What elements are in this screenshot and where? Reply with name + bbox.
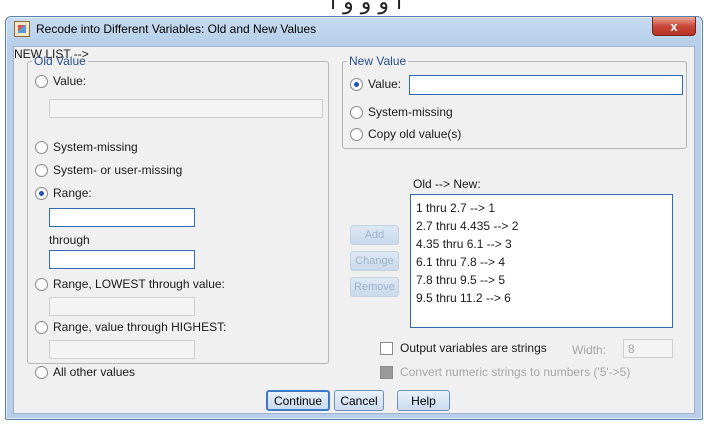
old-system-missing-label: System-missing <box>53 140 138 154</box>
list-item[interactable]: 2.7 thru 4.435 --> 2 <box>416 217 667 235</box>
convert-numeric-label: Convert numeric strings to numbers ('5'-… <box>400 365 631 379</box>
width-input[interactable]: 8 <box>623 339 673 358</box>
radio-indicator <box>350 127 363 141</box>
dialog-body: Old Value Value: System-missing System- … <box>13 46 695 414</box>
close-icon: x <box>670 18 678 34</box>
new-value-input[interactable] <box>409 75 683 95</box>
copy-old-values-label: Copy old value(s) <box>368 127 462 141</box>
radio-indicator <box>35 140 48 154</box>
old-value-legend: Old Value <box>34 54 86 68</box>
radio-indicator-selected <box>350 77 363 91</box>
checkbox-box <box>380 341 393 355</box>
range-highest-input[interactable] <box>49 340 195 359</box>
cancel-button[interactable]: Cancel <box>334 390 384 411</box>
mapping-list-header: Old --> New: <box>413 177 481 191</box>
radio-indicator <box>35 74 48 88</box>
mapping-list[interactable]: 1 thru 2.7 --> 1 2.7 thru 4.435 --> 2 4.… <box>410 194 673 328</box>
range-lowest-input[interactable] <box>49 297 195 316</box>
radio-indicator <box>35 163 48 177</box>
old-value-label: Value: <box>53 74 87 88</box>
old-value-radio[interactable]: Value: <box>35 74 86 88</box>
radio-indicator <box>350 105 363 119</box>
new-value-radio[interactable]: Value: <box>350 77 401 91</box>
all-other-values-radio[interactable]: All other values <box>35 365 135 379</box>
radio-indicator <box>35 320 48 334</box>
app-icon <box>14 21 30 37</box>
old-value-input[interactable] <box>49 99 323 118</box>
new-system-missing-label: System-missing <box>368 105 453 119</box>
range-to-input[interactable] <box>49 250 195 269</box>
continue-button[interactable]: Continue <box>266 390 330 411</box>
new-value-label: Value: <box>368 77 402 91</box>
old-range-radio[interactable]: Range: <box>35 186 92 200</box>
width-label: Width: <box>572 343 607 357</box>
checkbox-box <box>380 365 393 379</box>
help-button[interactable]: Help <box>397 390 450 411</box>
background-text-fragment: ﺍ ﻭ ﻭ ﻭ ﺍ <box>330 0 403 15</box>
new-system-missing-radio[interactable]: System-missing <box>350 105 453 119</box>
new-value-legend: New Value <box>349 54 407 68</box>
convert-numeric-checkbox[interactable]: Convert numeric strings to numbers ('5'-… <box>380 365 630 379</box>
radio-indicator-selected <box>35 186 48 200</box>
old-system-or-user-missing-radio[interactable]: System- or user-missing <box>35 163 182 177</box>
window-title: Recode into Different Variables: Old and… <box>36 22 317 36</box>
remove-button[interactable]: Remove <box>350 277 399 297</box>
range-highest-label: Range, value through HIGHEST: <box>53 320 227 334</box>
list-item[interactable]: 1 thru 2.7 --> 1 <box>416 199 667 217</box>
radio-indicator <box>35 365 48 379</box>
range-from-input[interactable] <box>49 208 195 227</box>
list-item[interactable]: 6.1 thru 7.8 --> 4 <box>416 253 667 271</box>
output-strings-checkbox[interactable]: Output variables are strings <box>380 341 547 355</box>
close-button[interactable]: x <box>652 17 696 36</box>
list-item[interactable]: 4.35 thru 6.1 --> 3 <box>416 235 667 253</box>
list-item[interactable]: 9.5 thru 11.2 --> 6 <box>416 289 667 307</box>
title-bar[interactable]: Recode into Different Variables: Old and… <box>6 17 702 41</box>
old-system-missing-radio[interactable]: System-missing <box>35 140 138 154</box>
range-lowest-radio[interactable]: Range, LOWEST through value: <box>35 277 225 291</box>
all-other-values-label: All other values <box>53 365 136 379</box>
old-system-or-user-missing-label: System- or user-missing <box>53 163 183 177</box>
through-label: through <box>49 233 90 247</box>
list-item[interactable]: 7.8 thru 9.5 --> 5 <box>416 271 667 289</box>
output-strings-label: Output variables are strings <box>400 341 547 355</box>
copy-old-values-radio[interactable]: Copy old value(s) <box>350 127 461 141</box>
dialog-window: Recode into Different Variables: Old and… <box>5 16 703 420</box>
add-button[interactable]: Add <box>350 225 399 245</box>
range-lowest-label: Range, LOWEST through value: <box>53 277 225 291</box>
radio-indicator <box>35 277 48 291</box>
old-range-label: Range: <box>53 186 92 200</box>
change-button[interactable]: Change <box>350 251 399 271</box>
range-highest-radio[interactable]: Range, value through HIGHEST: <box>35 320 226 334</box>
